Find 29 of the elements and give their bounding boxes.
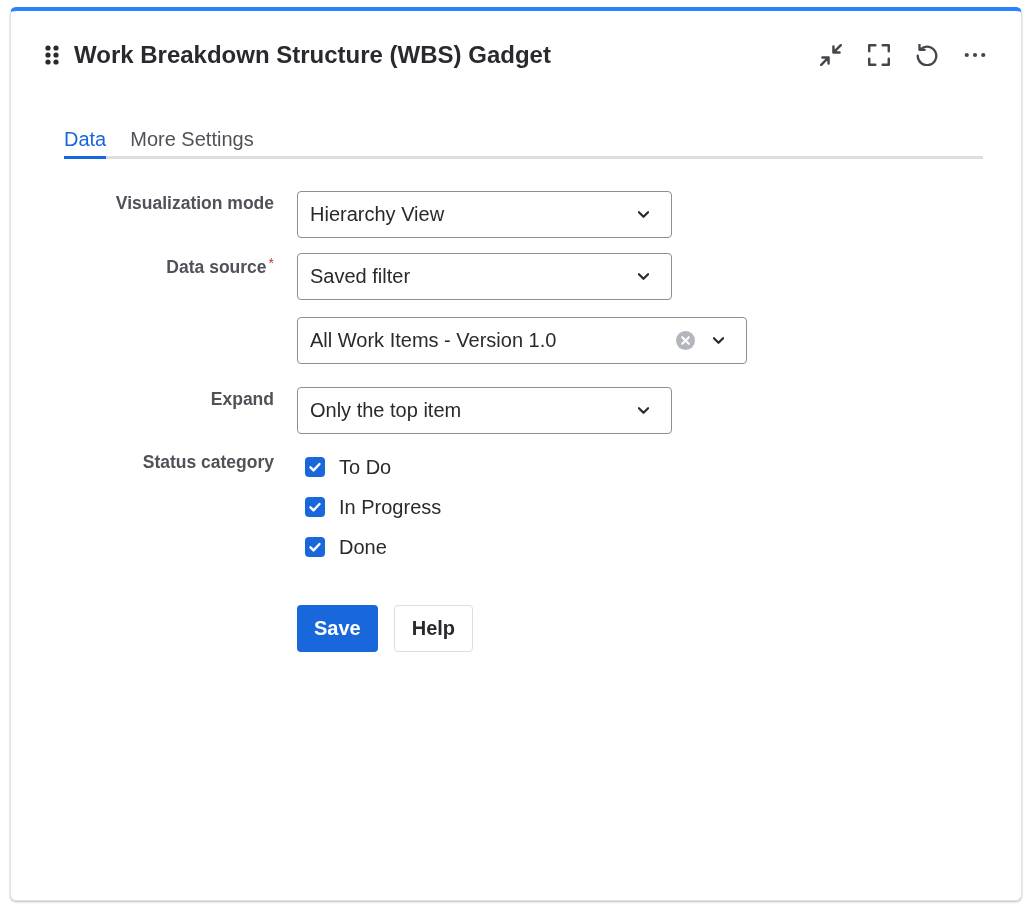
tab[interactable]: Data [64, 127, 107, 159]
checkbox[interactable] [305, 457, 325, 477]
dropdown-field[interactable]: Saved filter [297, 253, 672, 300]
help-button[interactable]: Help [393, 605, 474, 652]
checkbox-label[interactable]: To Do [339, 455, 392, 479]
field-label: Expand [210, 389, 274, 409]
collapse-icon[interactable] [820, 44, 842, 66]
checkbox-label[interactable]: Done [339, 535, 387, 559]
gadget-title: Work Breakdown Structure (WBS) Gadget [74, 40, 551, 70]
chevron-down-icon [713, 337, 724, 344]
checkbox[interactable] [305, 497, 325, 517]
tab[interactable]: More Settings [130, 127, 254, 159]
filter-picker-field[interactable]: All Work Items - Version 1.0 [297, 317, 747, 364]
chevron-down-icon [638, 211, 649, 218]
dropdown-field[interactable]: Only the top item [297, 387, 672, 434]
more-icon[interactable] [964, 52, 986, 58]
field-label: Visualization mode [115, 193, 274, 213]
save-button[interactable]: Save [297, 605, 378, 652]
drag-handle-icon[interactable] [45, 45, 59, 65]
field-label: Data source [166, 257, 267, 277]
refresh-icon[interactable] [916, 44, 938, 66]
fullscreen-icon[interactable] [868, 44, 890, 66]
checkbox-label[interactable]: In Progress [339, 495, 442, 519]
dropdown-field[interactable]: Hierarchy View [297, 191, 672, 238]
field-label: Status category [142, 452, 274, 472]
chevron-down-icon [638, 407, 649, 414]
required-marker: * [268, 255, 274, 271]
chevron-down-icon [638, 273, 649, 280]
checkbox[interactable] [305, 537, 325, 557]
